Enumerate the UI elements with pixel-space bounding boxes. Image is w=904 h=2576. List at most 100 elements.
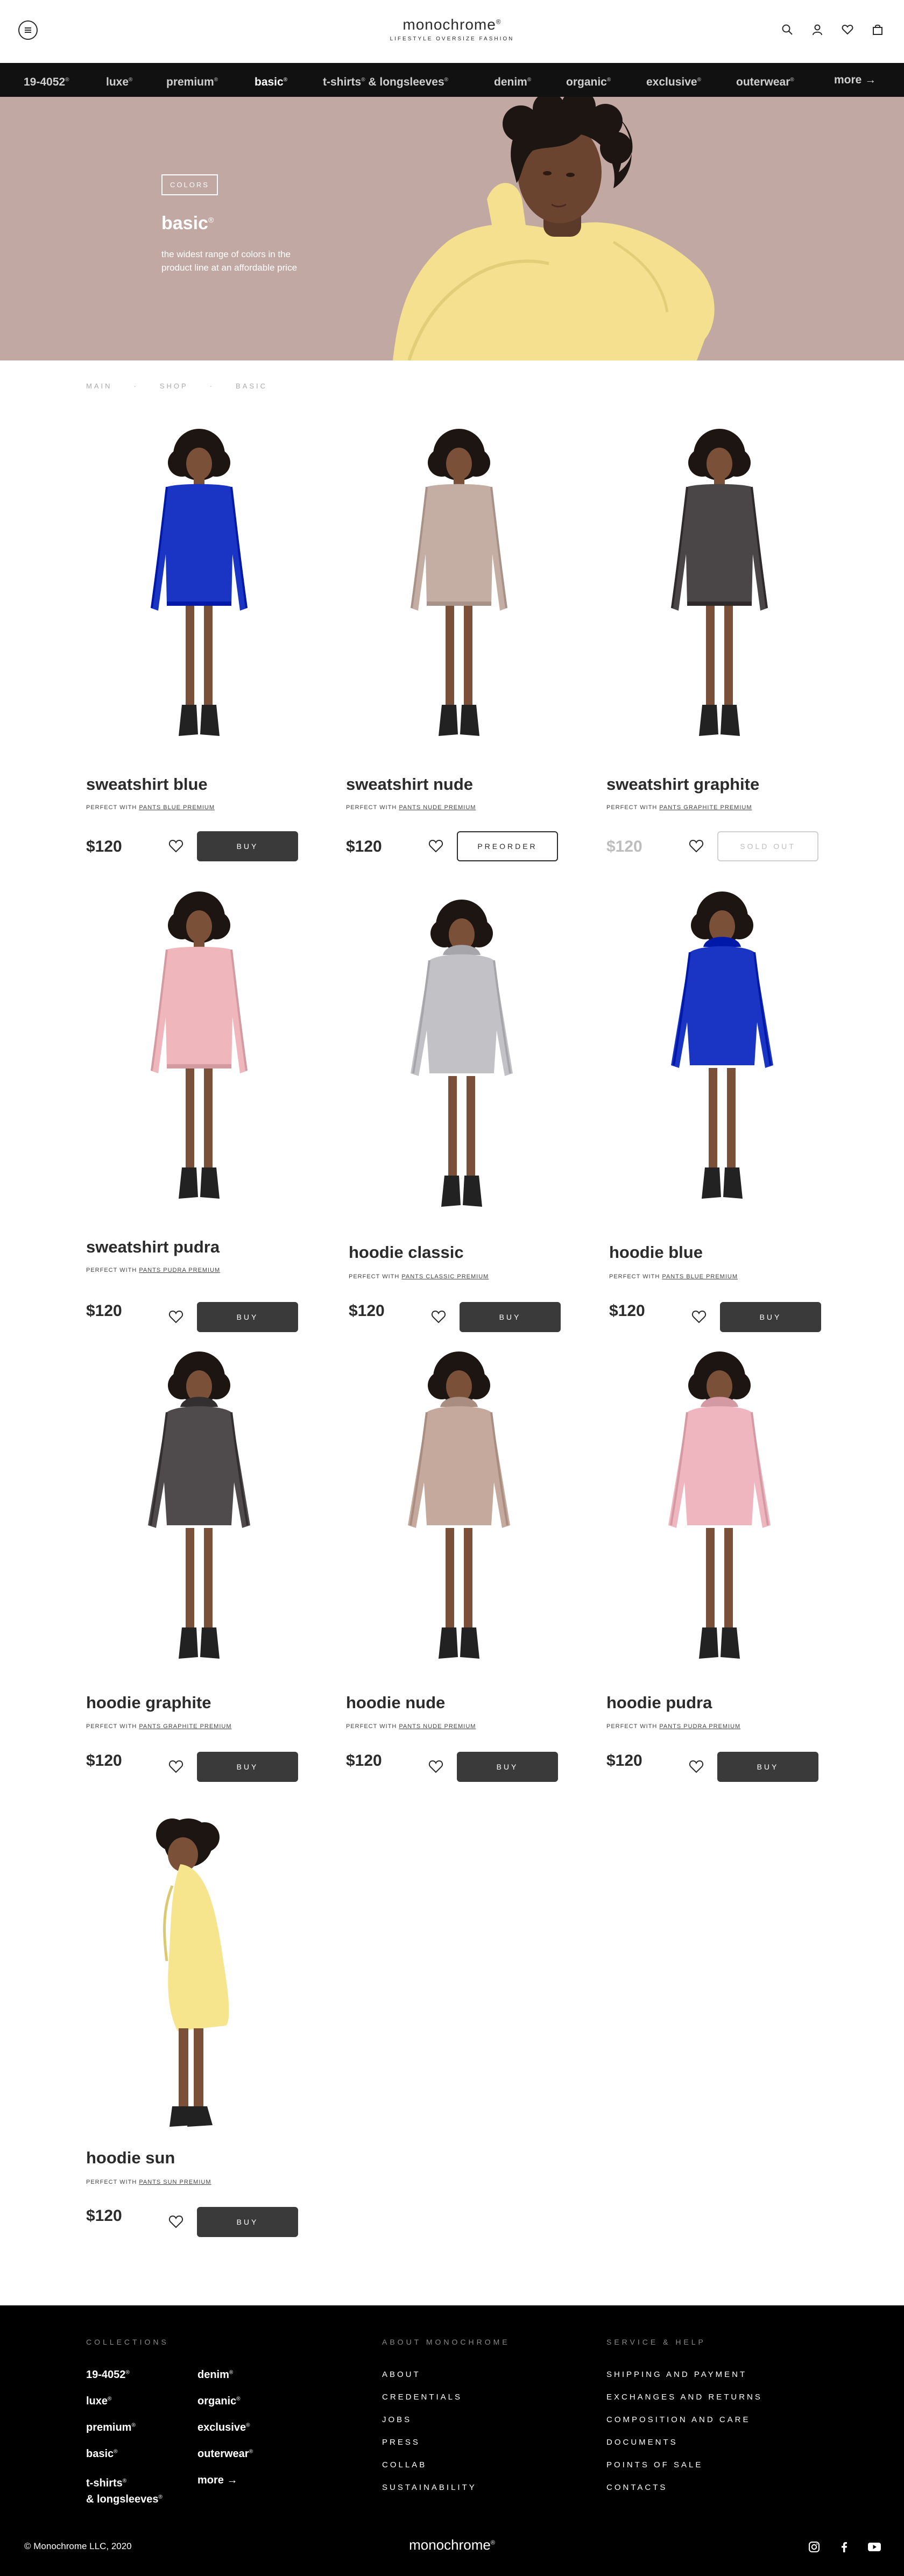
buy-button[interactable]: BUY bbox=[720, 1302, 821, 1332]
footer-link-collab[interactable]: COLLAB bbox=[382, 2460, 427, 2469]
nav-item-19-4052[interactable]: 19-4052® bbox=[24, 63, 69, 97]
preorder-button[interactable]: PREORDER bbox=[457, 831, 558, 861]
product-name[interactable]: hoodie pudra bbox=[606, 1693, 712, 1712]
footer-collection-exclusive[interactable]: exclusive® bbox=[197, 2422, 250, 2434]
buy-button[interactable]: BUY bbox=[460, 1302, 561, 1332]
footer-collection-more[interactable]: more → bbox=[197, 2474, 237, 2487]
buy-button[interactable]: BUY bbox=[717, 1752, 818, 1782]
product-image[interactable] bbox=[86, 888, 312, 1211]
footer-collection-basic[interactable]: basic® bbox=[86, 2448, 118, 2460]
footer-link-shipping[interactable]: SHIPPING AND PAYMENT bbox=[606, 2370, 747, 2379]
perfect-with-link[interactable]: PANTS NUDE PREMIUM bbox=[399, 804, 476, 811]
wishlist-heart-icon[interactable] bbox=[168, 1308, 184, 1325]
product-image[interactable] bbox=[346, 425, 572, 748]
footer-link-documents[interactable]: DOCUMENTS bbox=[606, 2438, 678, 2447]
footer-link-composition[interactable]: COMPOSITION AND CARE bbox=[606, 2415, 751, 2424]
product-name[interactable]: hoodie classic bbox=[349, 1243, 464, 1262]
footer-collection-19-4052[interactable]: 19-4052® bbox=[86, 2369, 130, 2381]
perfect-with-link[interactable]: PANTS PUDRA PREMIUM bbox=[139, 1267, 220, 1273]
buy-button[interactable]: BUY bbox=[197, 2207, 298, 2237]
wishlist-heart-icon[interactable] bbox=[428, 838, 444, 854]
heart-icon[interactable] bbox=[839, 22, 856, 38]
footer-collection-t-shirts[interactable]: t-shirts® & longsleeves® bbox=[86, 2474, 163, 2506]
footer-link-credentials[interactable]: CREDENTIALS bbox=[382, 2393, 462, 2402]
nav-label-2: & longsleeves bbox=[365, 76, 444, 88]
wishlist-heart-icon[interactable] bbox=[688, 838, 704, 854]
perfect-with-link[interactable]: PANTS NUDE PREMIUM bbox=[399, 1723, 476, 1730]
youtube-icon[interactable] bbox=[867, 2540, 881, 2554]
footer-collection-sup: ® bbox=[114, 2448, 118, 2455]
nav-item-luxe[interactable]: luxe® bbox=[106, 63, 132, 97]
nav-item-t-shirts[interactable]: t-shirts® & longsleeves® bbox=[323, 63, 448, 97]
nav-item-premium[interactable]: premium® bbox=[166, 63, 218, 97]
wishlist-heart-icon[interactable] bbox=[168, 838, 184, 854]
footer-collection-outerwear[interactable]: outerwear® bbox=[197, 2448, 253, 2460]
nav-label: more → bbox=[834, 74, 877, 86]
product-image[interactable] bbox=[349, 896, 575, 1219]
footer-logo[interactable]: monochrome® bbox=[0, 2537, 904, 2553]
product-name[interactable]: sweatshirt blue bbox=[86, 775, 208, 794]
product-image[interactable] bbox=[606, 1348, 832, 1671]
breadcrumb-main[interactable]: MAIN bbox=[86, 382, 112, 390]
perfect-with-link[interactable]: PANTS BLUE PREMIUM bbox=[139, 804, 215, 811]
wishlist-heart-icon[interactable] bbox=[688, 1758, 704, 1774]
product-image[interactable] bbox=[346, 1348, 572, 1671]
perfect-with-link[interactable]: PANTS PUDRA PREMIUM bbox=[659, 1723, 740, 1730]
product-perfect-with: PERFECT WITH PANTS PUDRA PREMIUM bbox=[606, 1723, 740, 1730]
footer-collection-denim[interactable]: denim® bbox=[197, 2369, 233, 2381]
footer-collection-organic[interactable]: organic® bbox=[197, 2395, 241, 2408]
nav-item-denim[interactable]: denim® bbox=[494, 63, 531, 97]
product-image[interactable] bbox=[606, 425, 832, 748]
search-icon[interactable] bbox=[779, 22, 795, 38]
nav-item-organic[interactable]: organic® bbox=[566, 63, 611, 97]
product-name[interactable]: hoodie nude bbox=[346, 1693, 445, 1712]
product-image[interactable] bbox=[609, 888, 835, 1211]
nav-item-outerwear[interactable]: outerwear® bbox=[736, 63, 794, 97]
user-icon[interactable] bbox=[809, 22, 825, 38]
product-name[interactable]: hoodie graphite bbox=[86, 1693, 211, 1712]
bag-icon[interactable] bbox=[870, 22, 886, 38]
footer-link-points-of-sale[interactable]: POINTS OF SALE bbox=[606, 2460, 703, 2469]
footer-collection-sup: ® bbox=[249, 2448, 253, 2455]
wishlist-heart-icon[interactable] bbox=[428, 1758, 444, 1774]
instagram-icon[interactable] bbox=[807, 2540, 821, 2554]
buy-button[interactable]: BUY bbox=[457, 1752, 558, 1782]
footer-link-exchanges[interactable]: EXCHANGES AND RETURNS bbox=[606, 2393, 762, 2402]
buy-button[interactable]: BUY bbox=[197, 831, 298, 861]
product-image[interactable] bbox=[86, 1348, 312, 1671]
product-name[interactable]: hoodie blue bbox=[609, 1243, 703, 1262]
wishlist-heart-icon[interactable] bbox=[430, 1308, 447, 1325]
product-name[interactable]: sweatshirt nude bbox=[346, 775, 473, 794]
wishlist-heart-icon[interactable] bbox=[168, 1758, 184, 1774]
wishlist-heart-icon[interactable] bbox=[691, 1308, 707, 1325]
perfect-with-link[interactable]: PANTS BLUE PREMIUM bbox=[662, 1273, 738, 1280]
buy-button[interactable]: BUY bbox=[197, 1302, 298, 1332]
footer-link-press[interactable]: PRESS bbox=[382, 2438, 420, 2447]
nav-item-exclusive[interactable]: exclusive® bbox=[646, 63, 701, 97]
product-image[interactable] bbox=[86, 1805, 312, 2128]
footer-link-about[interactable]: ABOUT bbox=[382, 2370, 421, 2379]
buy-button[interactable]: BUY bbox=[197, 1752, 298, 1782]
perfect-with-link[interactable]: PANTS SUN PREMIUM bbox=[139, 2179, 211, 2185]
footer-collection-luxe[interactable]: luxe® bbox=[86, 2395, 111, 2408]
product-name[interactable]: sweatshirt graphite bbox=[606, 775, 759, 794]
nav-item-basic[interactable]: basic® bbox=[255, 63, 287, 97]
footer-collection-premium[interactable]: premium® bbox=[86, 2422, 136, 2434]
perfect-with-label: PERFECT WITH bbox=[609, 1273, 662, 1280]
perfect-with-link[interactable]: PANTS GRAPHITE PREMIUM bbox=[139, 1723, 231, 1730]
product-name[interactable]: sweatshirt pudra bbox=[86, 1237, 220, 1257]
product-name[interactable]: hoodie sun bbox=[86, 2148, 175, 2168]
perfect-with-link[interactable]: PANTS GRAPHITE PREMIUM bbox=[659, 804, 752, 811]
nav-item-more[interactable]: more → bbox=[834, 63, 876, 97]
footer-link-sustainability[interactable]: SUSTAINABILITY bbox=[382, 2483, 477, 2492]
footer-link-contacts[interactable]: CONTACTS bbox=[606, 2483, 667, 2492]
breadcrumb-shop[interactable]: SHOP bbox=[160, 382, 188, 390]
nav-label: premium bbox=[166, 76, 214, 88]
wishlist-heart-icon[interactable] bbox=[168, 2213, 184, 2230]
footer-collection-label: luxe bbox=[86, 2395, 108, 2407]
site-logo[interactable]: monochrome® LIFESTYLE OVERSIZE FASHION bbox=[0, 16, 904, 42]
facebook-icon[interactable] bbox=[837, 2540, 851, 2554]
product-image[interactable] bbox=[86, 425, 312, 748]
perfect-with-link[interactable]: PANTS CLASSIC PREMIUM bbox=[401, 1273, 489, 1280]
footer-link-jobs[interactable]: JOBS bbox=[382, 2415, 412, 2424]
